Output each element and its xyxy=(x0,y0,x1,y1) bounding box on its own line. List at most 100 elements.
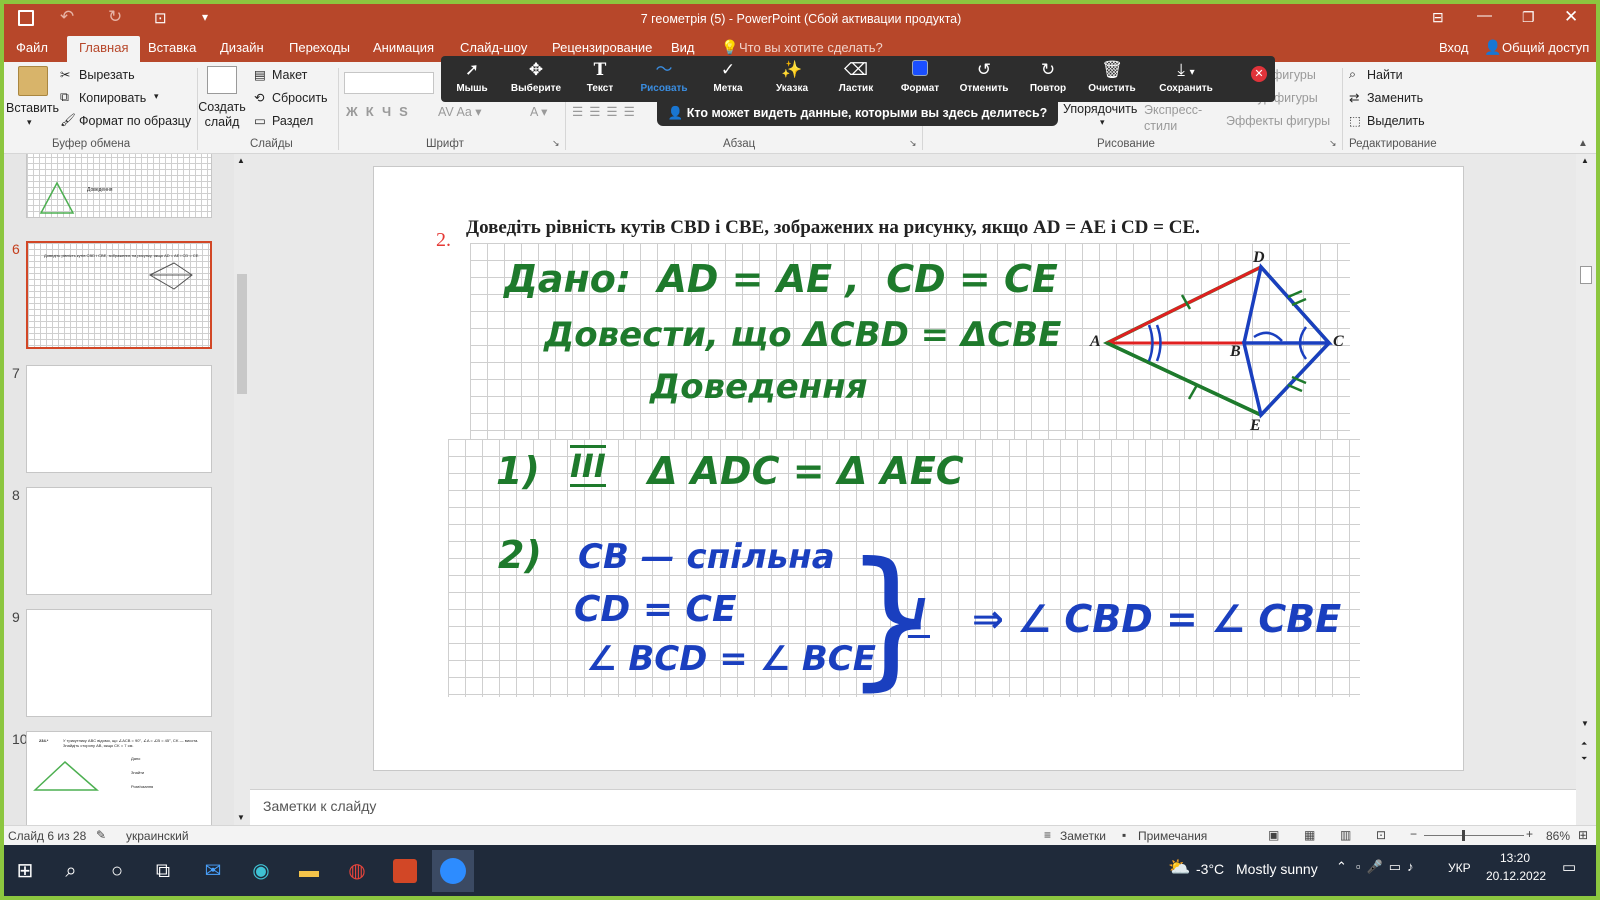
tab-slideshow[interactable]: Слайд-шоу xyxy=(460,40,527,55)
scrollbar-thumb[interactable] xyxy=(1580,266,1592,284)
tab-view[interactable]: Вид xyxy=(671,40,695,55)
zoom-slider-thumb[interactable] xyxy=(1462,830,1465,841)
cortana-icon[interactable]: ○ xyxy=(96,850,138,892)
weather-condition[interactable]: Mostly sunny xyxy=(1236,861,1318,877)
arrange-dropdown-icon[interactable]: ▾ xyxy=(1100,117,1105,128)
tool-draw[interactable]: 〜 Рисовать xyxy=(633,56,695,102)
tool-select[interactable]: ✥ Выберите xyxy=(505,56,567,102)
align-buttons[interactable]: ☰☰☰☰ xyxy=(572,104,641,119)
tell-me-search[interactable]: Что вы хотите сделать? xyxy=(739,40,883,55)
zoom-app-icon[interactable] xyxy=(432,850,474,892)
tool-spotlight[interactable]: ✨ Указка xyxy=(761,56,823,102)
scroll-up-icon[interactable]: ▲ xyxy=(1581,156,1589,165)
redo-icon[interactable]: ↻ xyxy=(108,7,122,27)
tool-mouse[interactable]: ➚ Мышь xyxy=(441,56,503,102)
reading-view-icon[interactable]: ▥ xyxy=(1340,828,1351,842)
minimize-icon[interactable]: — xyxy=(1477,7,1492,24)
quick-styles-button[interactable]: Экспресс-стили xyxy=(1144,102,1206,134)
weather-temperature[interactable]: -3°C xyxy=(1196,861,1224,877)
notes-pane[interactable]: Заметки к слайду xyxy=(250,789,1576,825)
edge-icon[interactable]: ◉ xyxy=(240,850,282,892)
select-button[interactable]: Выделить xyxy=(1367,114,1425,128)
zoom-out-button[interactable]: − xyxy=(1410,827,1417,841)
tray-chevron-icon[interactable]: ⌃ xyxy=(1336,859,1347,875)
copy-dropdown-icon[interactable]: ▾ xyxy=(154,91,159,102)
tray-icons[interactable]: ▫🎤▭♪ xyxy=(1356,859,1420,875)
chrome-icon[interactable]: ◍ xyxy=(336,850,378,892)
shape-effects-button[interactable]: Эффекты фигуры xyxy=(1226,114,1330,128)
tab-design[interactable]: Дизайн xyxy=(220,40,264,55)
tool-eraser[interactable]: ⌫ Ластик xyxy=(825,56,887,102)
thumbnails-scrollbar[interactable]: ▲ ▼ xyxy=(234,154,250,825)
zoom-slider[interactable] xyxy=(1424,835,1524,836)
notes-toggle-button[interactable]: Заметки xyxy=(1060,829,1106,843)
ribbon-display-icon[interactable]: ⊟ xyxy=(1432,9,1444,26)
collapse-ribbon-icon[interactable]: ▲ xyxy=(1578,138,1588,149)
slideshow-icon[interactable]: ⊡ xyxy=(1376,828,1386,842)
layout-button[interactable]: Макет xyxy=(272,68,307,82)
tab-home[interactable]: Главная xyxy=(67,36,141,62)
font-style-buttons[interactable]: ЖКЧS xyxy=(346,104,416,119)
powerpoint-icon[interactable] xyxy=(384,850,426,892)
tool-save[interactable]: ⤓ ▾ Сохранить xyxy=(1149,56,1223,102)
new-slide-icon[interactable] xyxy=(207,66,237,94)
new-slide-button[interactable]: Создать слайд xyxy=(197,100,247,130)
slide-sorter-icon[interactable]: ▦ xyxy=(1304,828,1315,842)
editor-scrollbar[interactable]: ▲ ▼ ⏶ ⏷ xyxy=(1576,154,1596,825)
tab-review[interactable]: Рецензирование xyxy=(552,40,652,55)
paragraph-dialog-launcher-icon[interactable]: ↘ xyxy=(909,138,917,149)
input-language[interactable]: УКР xyxy=(1448,861,1471,875)
paste-icon[interactable] xyxy=(18,66,48,96)
tool-redo[interactable]: ↻ Повтор xyxy=(1017,56,1079,102)
paste-button[interactable]: Вставить xyxy=(6,101,59,115)
thumbnail-9[interactable] xyxy=(26,609,212,717)
arrange-button[interactable]: Упорядочить xyxy=(1063,102,1137,116)
paste-dropdown-icon[interactable]: ▾ xyxy=(27,117,32,128)
start-button[interactable]: ⊞ xyxy=(4,850,46,892)
present-icon[interactable]: ⊡ xyxy=(154,9,167,27)
mail-icon[interactable]: ✉ xyxy=(192,850,234,892)
font-name-input[interactable] xyxy=(344,72,434,94)
shape-fill-button[interactable]: фигуры xyxy=(1272,68,1316,82)
slide[interactable]: 2. Доведіть рівність кутів CBD і CBE, зо… xyxy=(373,166,1464,771)
spellcheck-icon[interactable]: ✎ xyxy=(96,828,106,842)
scroll-down-icon[interactable]: ▼ xyxy=(1581,719,1589,728)
save-icon[interactable] xyxy=(18,10,34,26)
format-painter-button[interactable]: Формат по образцу xyxy=(79,114,191,128)
previous-slide-icon[interactable]: ⏶ xyxy=(1581,739,1587,749)
tool-clear[interactable]: 🗑 Очистить xyxy=(1081,56,1143,102)
clock-time[interactable]: 13:20 xyxy=(1500,851,1530,865)
tool-stamp[interactable]: ✓ Метка xyxy=(697,56,759,102)
tool-format[interactable]: Формат xyxy=(889,56,951,102)
tab-transitions[interactable]: Переходы xyxy=(289,40,350,55)
replace-button[interactable]: Заменить xyxy=(1367,91,1423,105)
task-view-icon[interactable]: ⧉ xyxy=(142,850,184,892)
tab-file[interactable]: Файл xyxy=(16,40,48,55)
thumbnail-7[interactable] xyxy=(26,365,212,473)
undo-icon[interactable]: ↶ xyxy=(60,7,74,27)
language-indicator[interactable]: украинский xyxy=(126,829,189,843)
find-button[interactable]: Найти xyxy=(1367,68,1403,82)
next-slide-icon[interactable]: ⏷ xyxy=(1581,754,1587,764)
reset-button[interactable]: Сбросить xyxy=(272,91,328,105)
zoom-in-button[interactable]: + xyxy=(1526,827,1533,841)
tab-animations[interactable]: Анимация xyxy=(373,40,434,55)
tab-insert[interactable]: Вставка xyxy=(148,40,196,55)
tool-text[interactable]: T Текст xyxy=(569,56,631,102)
fit-slide-icon[interactable]: ⊞ xyxy=(1578,828,1588,842)
scroll-down-icon[interactable]: ▼ xyxy=(237,813,245,822)
thumbnail-6[interactable]: Доведіть рівність кутів CBD і CBE, зобра… xyxy=(26,241,212,349)
close-icon[interactable]: ✕ xyxy=(1564,7,1578,27)
thumbnail-10[interactable]: 234.* У трикутнику ABC відомо, що ∠ACB =… xyxy=(26,731,212,825)
comments-button[interactable]: Примечания xyxy=(1138,829,1207,843)
font-dialog-launcher-icon[interactable]: ↘ xyxy=(552,138,560,149)
zoom-level[interactable]: 86% xyxy=(1546,829,1570,843)
close-toolbar-button[interactable]: ✕ xyxy=(1251,66,1267,82)
share-notice[interactable]: 👤 Кто может видеть данные, которыми вы з… xyxy=(657,102,1058,126)
file-explorer-icon[interactable]: ▬ xyxy=(288,850,330,892)
thumbnail-5[interactable]: Доведення xyxy=(26,154,212,218)
drawing-dialog-launcher-icon[interactable]: ↘ xyxy=(1329,138,1337,149)
tool-undo[interactable]: ↺ Отменить xyxy=(953,56,1015,102)
scroll-up-icon[interactable]: ▲ xyxy=(237,156,245,165)
clock-date[interactable]: 20.12.2022 xyxy=(1486,869,1546,883)
